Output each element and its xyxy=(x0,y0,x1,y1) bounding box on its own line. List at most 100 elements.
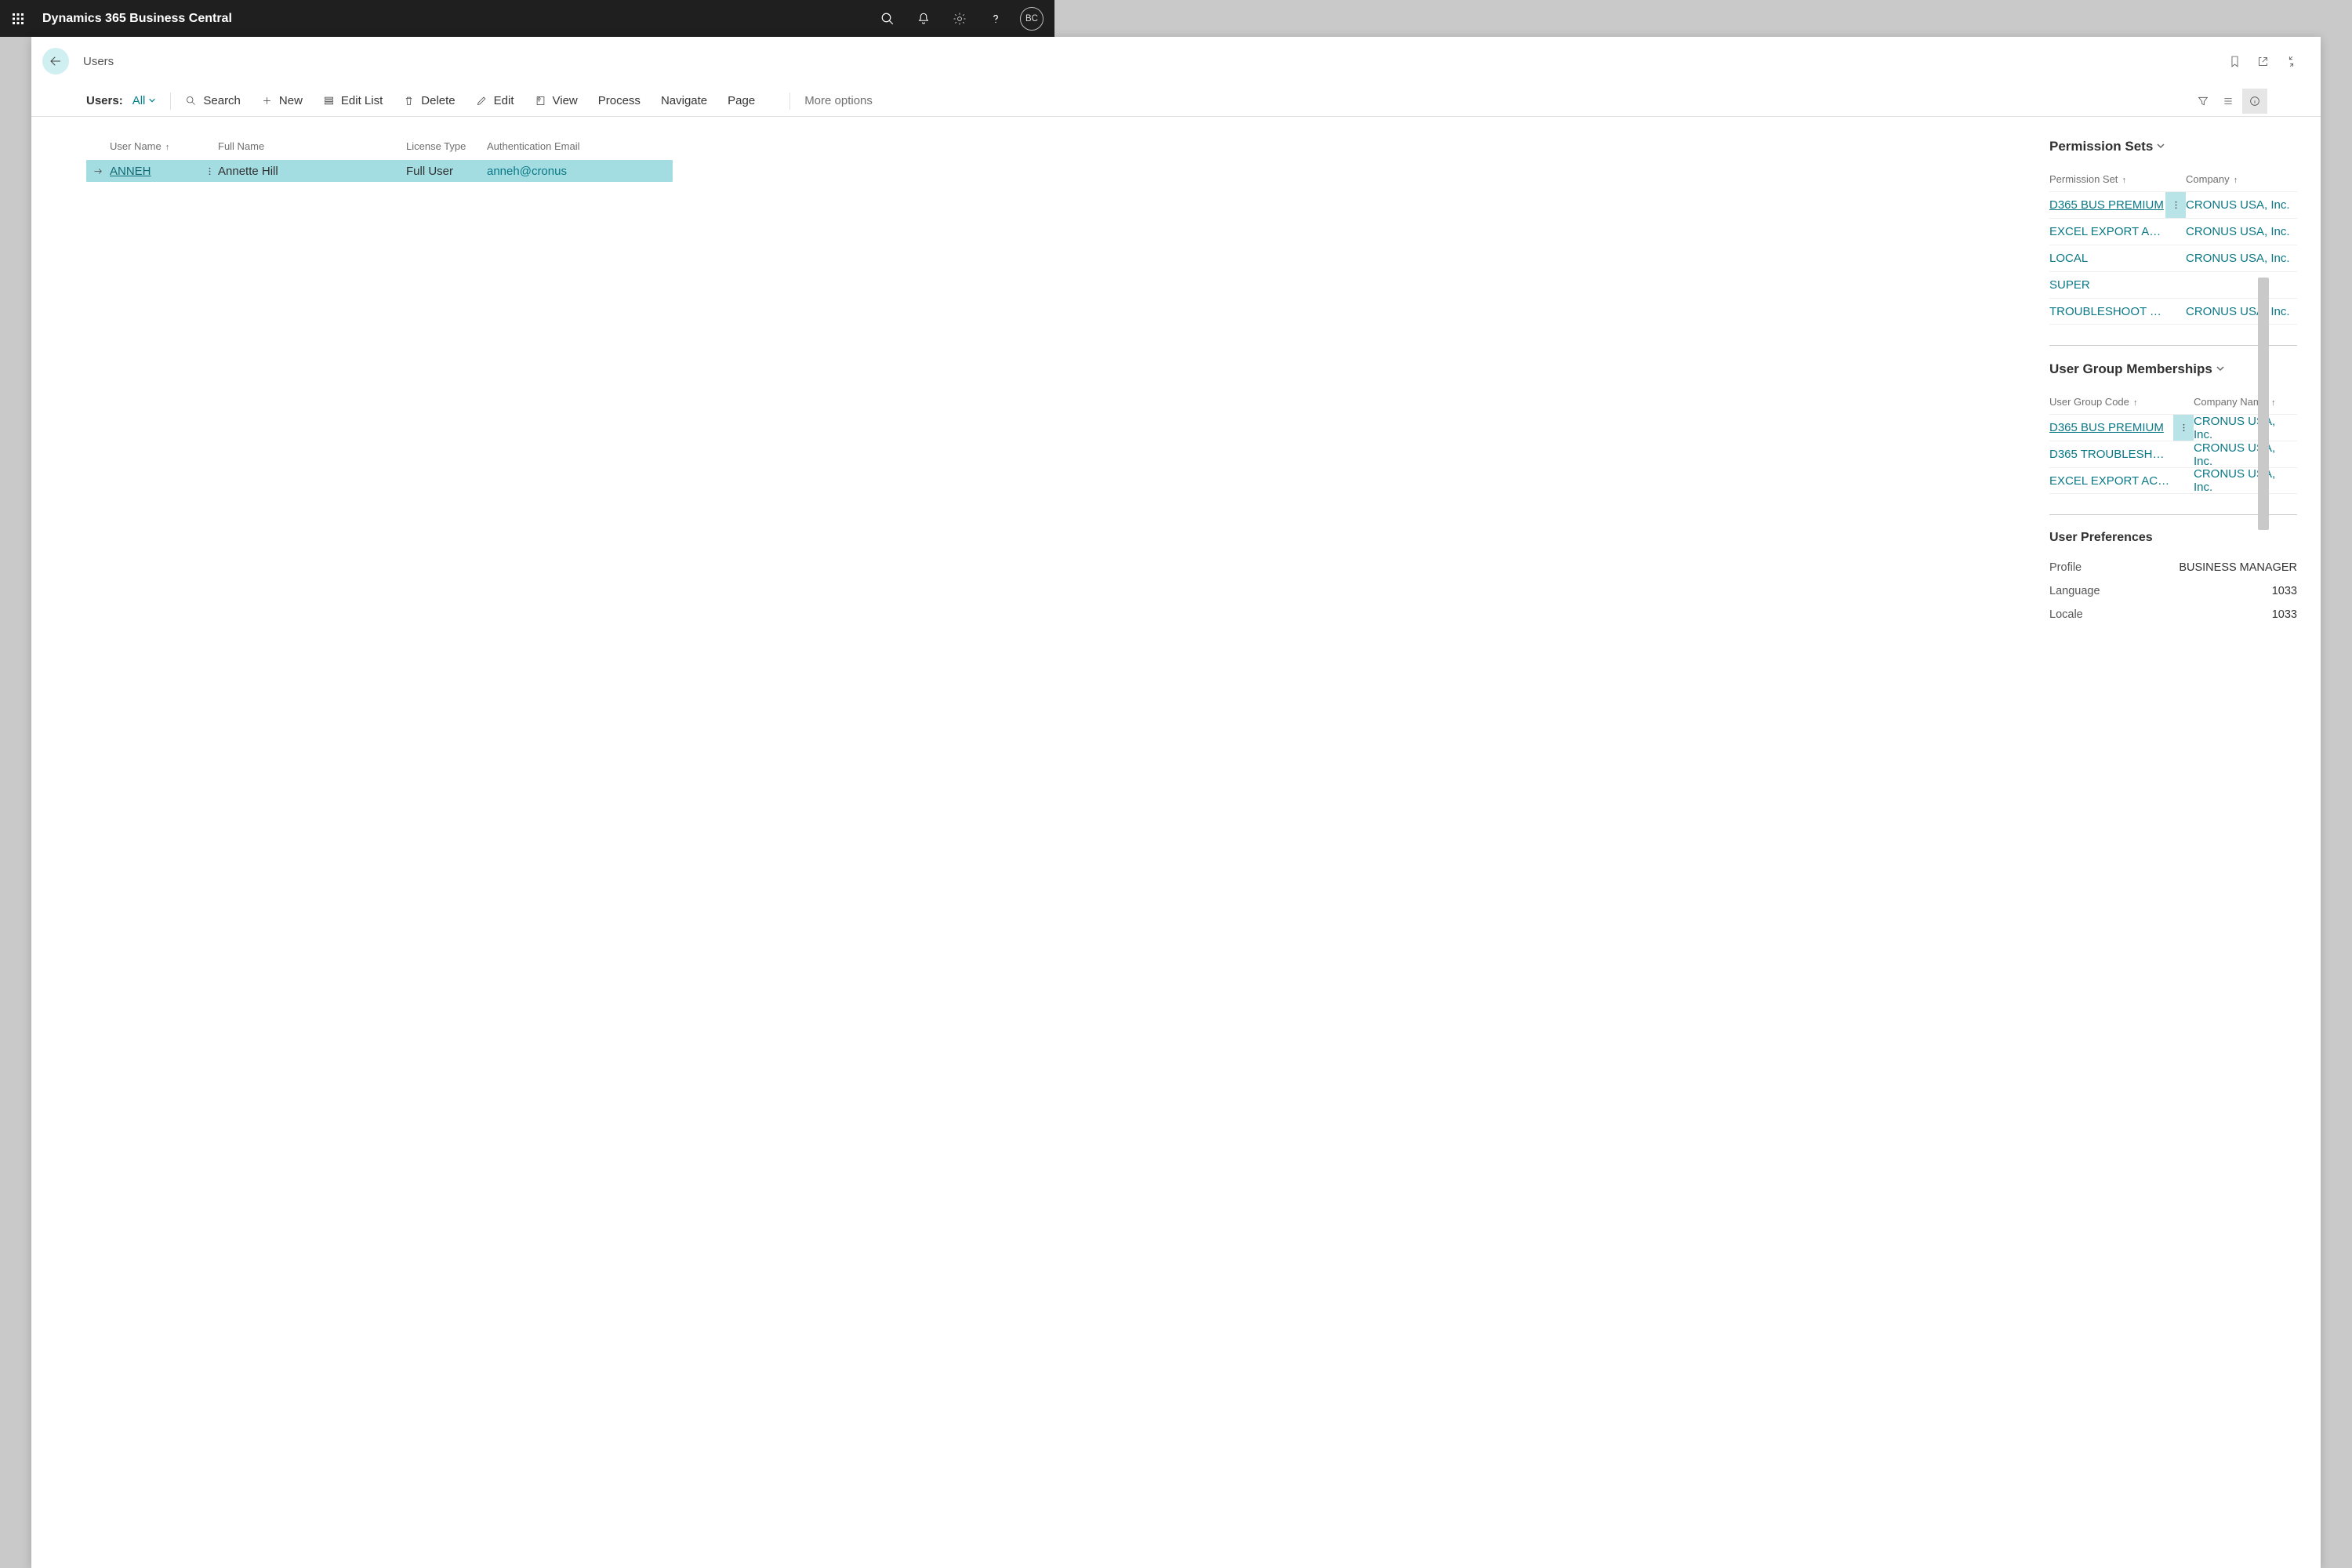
pref-row-language: Language 1033 xyxy=(2049,579,2297,603)
permission-company-link[interactable]: CRONUS USA, Inc. xyxy=(2186,198,2297,212)
user-group-company-link[interactable]: CRONUS USA, Inc. xyxy=(2194,467,2297,494)
sort-asc-icon: ↑ xyxy=(2119,176,2126,185)
chevron-down-icon xyxy=(2156,139,2165,154)
edit-list-button[interactable]: Edit List xyxy=(323,94,383,107)
row-actions-icon[interactable] xyxy=(2173,415,2194,441)
content-area: User Name ↑ Full Name License Type Authe… xyxy=(31,117,2321,1568)
more-options[interactable]: More options xyxy=(804,94,873,107)
bookmark-icon[interactable] xyxy=(2220,47,2249,75)
cell-license-type: Full User xyxy=(406,165,487,178)
col-company-name[interactable]: Company Name ↑ xyxy=(2194,396,2297,408)
navigate-menu[interactable]: Navigate xyxy=(661,94,707,107)
col-company[interactable]: Company ↑ xyxy=(2186,173,2297,185)
user-group-company-link[interactable]: CRONUS USA, Inc. xyxy=(2194,415,2297,441)
row-actions-icon[interactable] xyxy=(201,166,218,176)
view-filter-label: All xyxy=(132,94,146,107)
filter-pane-icon[interactable] xyxy=(2190,89,2216,114)
pref-label: Language xyxy=(2049,585,2100,597)
permission-company-link[interactable]: CRONUS USA, Inc. xyxy=(2186,252,2297,265)
chevron-down-icon xyxy=(2216,361,2225,377)
page-header: Users xyxy=(31,37,2321,85)
notifications-icon[interactable] xyxy=(906,0,942,37)
new-label: New xyxy=(279,94,303,107)
user-group-company-link[interactable]: CRONUS USA, Inc. xyxy=(2194,441,2297,468)
col-user-name-label: User Name xyxy=(110,140,162,152)
sort-asc-icon: ↑ xyxy=(2269,398,2276,408)
view-button[interactable]: View xyxy=(535,94,578,107)
delete-button[interactable]: Delete xyxy=(403,94,455,107)
permission-company-link[interactable]: CRONUS USA, Inc. xyxy=(2186,225,2297,238)
user-preferences-title: User Preferences xyxy=(2049,531,2321,545)
top-bar: Dynamics 365 Business Central BC xyxy=(0,0,1054,37)
permission-set-link[interactable]: D365 BUS PREMIUM xyxy=(2049,198,2165,212)
user-row[interactable]: ANNEH Annette Hill Full User anneh@cronu… xyxy=(86,160,673,182)
permission-sets-title[interactable]: Permission Sets xyxy=(2049,139,2321,154)
process-menu[interactable]: Process xyxy=(598,94,641,107)
col-full-name[interactable]: Full Name xyxy=(218,140,406,152)
list-headers: User Name ↑ Full Name License Type Authe… xyxy=(86,140,2049,160)
global-search-icon[interactable] xyxy=(869,0,906,37)
search-button[interactable]: Search xyxy=(185,94,241,107)
pref-row-locale: Locale 1033 xyxy=(2049,603,2297,626)
factbox-toggle-icon[interactable] xyxy=(2242,89,2267,114)
col-user-name[interactable]: User Name ↑ xyxy=(110,140,218,152)
page-card: Users Users: All Search New Edit List xyxy=(31,37,2321,1568)
col-permission-set[interactable]: Permission Set ↑ xyxy=(2049,173,2186,185)
toolbar-label: Users: xyxy=(86,94,123,107)
permission-set-link[interactable]: SUPER xyxy=(2049,278,2165,292)
cell-full-name: Annette Hill xyxy=(218,165,406,178)
help-icon[interactable] xyxy=(978,0,1014,37)
row-indicator-icon xyxy=(86,165,110,177)
divider xyxy=(170,93,171,110)
page-menu[interactable]: Page xyxy=(728,94,755,107)
users-list: User Name ↑ Full Name License Type Authe… xyxy=(31,117,2049,1568)
view-filter-dropdown[interactable]: All xyxy=(132,94,157,107)
auth-email-link[interactable]: anneh@cronus xyxy=(487,165,567,178)
user-groups-title-text: User Group Memberships xyxy=(2049,361,2212,377)
list-layout-icon[interactable] xyxy=(2216,89,2241,114)
scrollbar[interactable] xyxy=(2258,278,2269,530)
row-actions-icon[interactable] xyxy=(2165,192,2186,218)
edit-button[interactable]: Edit xyxy=(476,94,514,107)
user-group-link[interactable]: EXCEL EXPORT ACTION xyxy=(2049,474,2173,488)
user-groups-title[interactable]: User Group Memberships xyxy=(2049,361,2321,377)
user-group-link[interactable]: D365 BUS PREMIUM xyxy=(2049,421,2173,434)
permission-company-link[interactable]: CRONUS USA, Inc. xyxy=(2186,305,2297,318)
settings-icon[interactable] xyxy=(942,0,978,37)
col-user-group-code[interactable]: User Group Code ↑ xyxy=(2049,396,2194,408)
back-button[interactable] xyxy=(42,48,69,74)
user-group-link[interactable]: D365 TROUBLESHOOT xyxy=(2049,448,2173,461)
sort-asc-icon: ↑ xyxy=(2131,398,2138,408)
sort-asc-icon: ↑ xyxy=(2231,176,2238,185)
user-preferences: Profile BUSINESS MANAGER Language 1033 L… xyxy=(2049,556,2297,626)
permission-sets-title-text: Permission Sets xyxy=(2049,139,2153,154)
edit-label: Edit xyxy=(494,94,514,107)
pref-value: 1033 xyxy=(2272,608,2297,621)
permission-row[interactable]: LOCAL CRONUS USA, Inc. xyxy=(2049,245,2297,271)
col-license-type[interactable]: License Type xyxy=(406,140,487,152)
permission-row[interactable]: EXCEL EXPORT ACTI… CRONUS USA, Inc. xyxy=(2049,218,2297,245)
cell-auth-email[interactable]: anneh@cronus xyxy=(487,165,567,178)
pref-row-profile: Profile BUSINESS MANAGER xyxy=(2049,556,2297,579)
search-label: Search xyxy=(203,94,241,107)
user-name-link[interactable]: ANNEH xyxy=(110,165,151,178)
edit-list-label: Edit List xyxy=(341,94,383,107)
collapse-icon[interactable] xyxy=(2277,47,2305,75)
permission-set-link[interactable]: TROUBLESHOOT TO… xyxy=(2049,305,2165,318)
app-title: Dynamics 365 Business Central xyxy=(42,12,232,26)
app-launcher-icon[interactable] xyxy=(0,0,36,37)
open-in-new-icon[interactable] xyxy=(2249,47,2277,75)
factbox-pane: Permission Sets Permission Set ↑ Company… xyxy=(2049,117,2321,1568)
permission-set-link[interactable]: LOCAL xyxy=(2049,252,2165,265)
pref-value: 1033 xyxy=(2272,585,2297,597)
toolbar: Users: All Search New Edit List Delete E… xyxy=(31,85,2321,117)
cell-user-name[interactable]: ANNEH xyxy=(110,165,201,178)
permission-row[interactable]: D365 BUS PREMIUM CRONUS USA, Inc. xyxy=(2049,191,2297,218)
user-preferences-title-text: User Preferences xyxy=(2049,531,2153,545)
page-title: Users xyxy=(83,55,114,68)
col-auth-email[interactable]: Authentication Email xyxy=(487,140,644,152)
new-button[interactable]: New xyxy=(261,94,303,107)
permission-set-link[interactable]: EXCEL EXPORT ACTI… xyxy=(2049,225,2165,238)
user-avatar[interactable]: BC xyxy=(1020,7,1044,31)
delete-label: Delete xyxy=(421,94,455,107)
